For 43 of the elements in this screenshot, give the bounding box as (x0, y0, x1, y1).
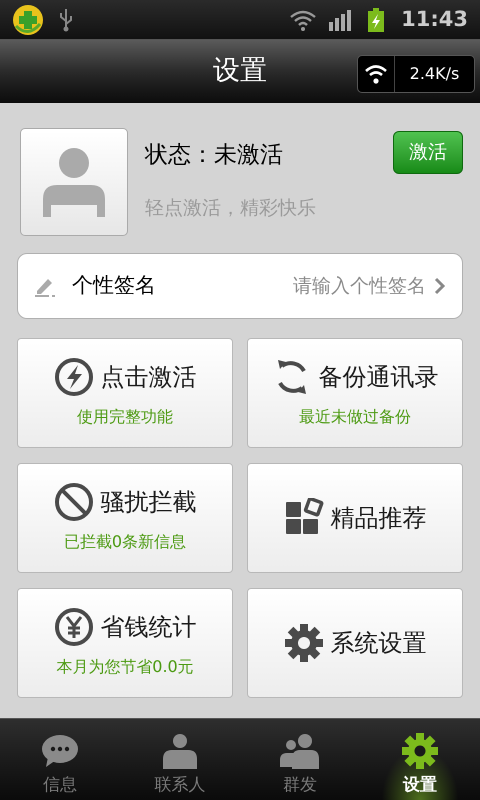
clock: 11:43 (401, 6, 468, 33)
tile-subtitle: 最近未做过备份 (299, 406, 411, 428)
cross-logo-icon (12, 4, 44, 36)
speed-text: 2.4K/s (408, 63, 460, 85)
feature-tile[interactable]: 省钱统计 本月为您节省0.0元 (17, 588, 233, 698)
tile-title: 点击激活 (100, 362, 196, 393)
nav-tab[interactable]: 信息 (0, 719, 120, 800)
wifi-icon (289, 8, 318, 30)
signature-label: 个性签名 (72, 272, 156, 300)
feature-tile[interactable]: 系统设置 (247, 588, 463, 698)
signal-icon (329, 8, 354, 30)
nav-tab[interactable]: 群发 (240, 719, 360, 800)
status-text: 状态：未激活 (145, 141, 283, 170)
feature-tile[interactable]: 骚扰拦截 已拦截0条新信息 (17, 463, 233, 573)
hint-text: 轻点激活，精彩快乐 (145, 196, 317, 221)
tile-title: 精品推荐 (330, 503, 426, 534)
tile-subtitle: 本月为您节省0.0元 (56, 656, 194, 678)
tile-title: 系统设置 (330, 628, 426, 659)
battery-icon (367, 8, 386, 32)
nav-tab[interactable]: 联系人 (120, 719, 240, 800)
usb-icon (58, 6, 74, 32)
person-silhouette-icon (41, 147, 107, 217)
feature-tile[interactable]: 备份通讯录 最近未做过备份 (247, 338, 463, 448)
gear-icon (284, 623, 324, 663)
lightning-circle-icon (54, 357, 94, 397)
chat-bubble-icon (40, 732, 80, 768)
people-icon (280, 732, 320, 768)
tile-title: 省钱统计 (100, 612, 196, 643)
feature-tile[interactable]: 点击激活 使用完整功能 (17, 338, 233, 448)
wifi-icon (364, 62, 388, 86)
gear-icon (400, 732, 440, 768)
page-title: 设置 (213, 54, 267, 88)
forbidden-icon (54, 482, 94, 522)
tile-title: 备份通讯录 (318, 362, 438, 393)
tile-title: 骚扰拦截 (100, 487, 196, 518)
yen-circle-icon (54, 607, 94, 647)
feature-tile[interactable]: 精品推荐 (247, 463, 463, 573)
chevron-right-icon (434, 277, 446, 295)
person-icon (160, 732, 200, 768)
tile-subtitle: 使用完整功能 (77, 406, 173, 428)
tile-subtitle: 已拦截0条新信息 (64, 531, 186, 553)
signature-placeholder: 请输入个性签名 (293, 274, 426, 299)
signature-row[interactable]: 个性签名 请输入个性签名 (17, 253, 463, 319)
